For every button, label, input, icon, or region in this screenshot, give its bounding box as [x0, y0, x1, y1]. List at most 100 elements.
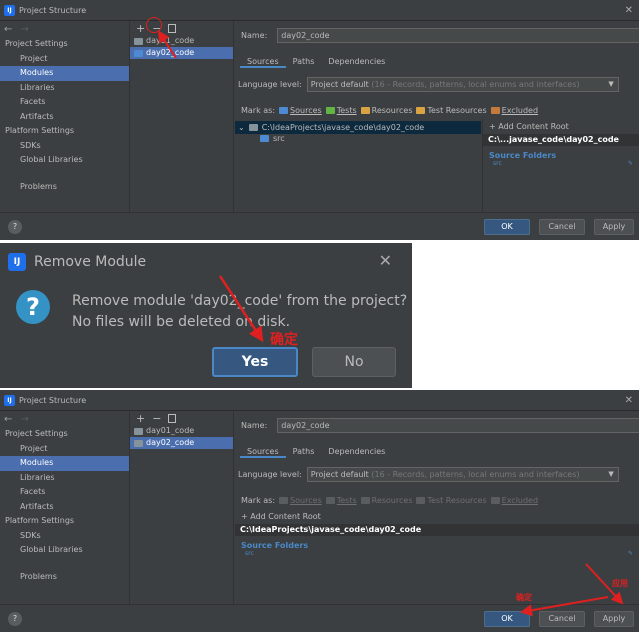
edit-icon: ✎	[627, 550, 633, 557]
copy-module-icon[interactable]	[168, 413, 177, 423]
dialog-close-icon[interactable]: ✕	[379, 251, 392, 270]
sidebar-item-facets[interactable]: Facets	[0, 95, 129, 110]
sidebar-group-platform-settings: Platform Settings	[5, 516, 75, 525]
intellij-logo-icon: IJ	[4, 394, 15, 406]
title-bar: IJ Project Structure ✕	[0, 390, 639, 411]
dialog-button-bar: ? OK Cancel Apply	[0, 604, 639, 632]
apply-annotation: 应用	[612, 579, 628, 588]
module-item-day02[interactable]: day02_code	[130, 47, 233, 59]
nav-arrows: ← →	[0, 21, 129, 37]
sidebar-item-global-libraries[interactable]: Global Libraries	[0, 543, 129, 558]
language-level-select[interactable]: Project default (16 - Records, patterns,…	[306, 467, 619, 482]
no-button[interactable]: No	[312, 347, 396, 377]
module-item-day02[interactable]: day02_code	[130, 437, 233, 449]
tab-sources[interactable]: Sources	[240, 55, 286, 68]
tab-paths[interactable]: Paths	[286, 445, 322, 458]
mark-test-resources-button[interactable]: Test Resources	[416, 106, 487, 115]
sources-folder-icon	[279, 497, 289, 504]
mark-resources-button[interactable]: Resources	[360, 106, 412, 115]
help-icon[interactable]: ?	[8, 612, 22, 626]
add-content-root-button[interactable]: + Add Content Root	[483, 119, 639, 134]
name-label: Name:	[241, 421, 268, 430]
dialog-button-bar: ? OK Cancel Apply	[0, 212, 639, 240]
sidebar-item-sdks[interactable]: SDKs	[0, 529, 129, 544]
tab-paths[interactable]: Paths	[286, 55, 322, 68]
mark-tests-button[interactable]: Tests	[325, 106, 357, 115]
module-details: Name: day02_code Sources Paths Dependenc…	[235, 411, 639, 604]
forward-arrow-icon[interactable]: →	[20, 24, 28, 35]
ok-button[interactable]: OK	[484, 219, 530, 235]
language-level-label: Language level:	[238, 470, 302, 479]
name-label: Name:	[241, 31, 268, 40]
name-row: Name: day02_code	[241, 418, 639, 433]
module-folder-icon	[134, 439, 143, 447]
name-input[interactable]: day02_code	[277, 418, 639, 433]
mark-sources-button[interactable]: Sources	[279, 496, 322, 505]
add-content-root-button[interactable]: + Add Content Root	[235, 509, 639, 524]
close-icon[interactable]: ✕	[625, 395, 633, 406]
dialog-message-line1: Remove module 'day02_code' from the proj…	[72, 293, 408, 309]
add-module-icon[interactable]: +	[136, 22, 145, 35]
sidebar-item-problems[interactable]: Problems	[0, 180, 129, 195]
apply-button[interactable]: Apply	[594, 219, 634, 235]
language-level-select[interactable]: Project default (16 - Records, patterns,…	[306, 77, 619, 92]
cancel-button[interactable]: Cancel	[539, 219, 585, 235]
name-input[interactable]: day02_code	[277, 28, 639, 43]
mark-as-label: Mark as:	[241, 106, 276, 115]
add-module-icon[interactable]: +	[136, 412, 145, 425]
module-toolbar: + −	[130, 411, 233, 425]
apply-button[interactable]: Apply	[594, 611, 634, 627]
intellij-logo-icon: IJ	[8, 253, 26, 271]
folder-icon	[248, 124, 258, 131]
settings-sidebar: ← → Project Settings Project Modules Lib…	[0, 411, 129, 604]
excluded-folder-icon	[490, 107, 500, 114]
mark-tests-button[interactable]: Tests	[325, 496, 357, 505]
sidebar-item-artifacts[interactable]: Artifacts	[0, 110, 129, 125]
sidebar-item-project[interactable]: Project	[0, 52, 129, 67]
sources-folder-icon	[279, 107, 289, 114]
sidebar-item-libraries[interactable]: Libraries	[0, 81, 129, 96]
back-arrow-icon[interactable]: ←	[4, 414, 12, 425]
sidebar-item-modules[interactable]: Modules	[0, 456, 129, 471]
confirm-annotation: 确定	[516, 593, 532, 602]
tab-dependencies[interactable]: Dependencies	[321, 445, 392, 458]
source-folder-item[interactable]: src ✎	[483, 160, 639, 167]
mark-as-row: Mark as: Sources Tests Resources Test Re…	[241, 106, 538, 115]
sidebar-item-modules[interactable]: Modules	[0, 66, 129, 81]
source-folders-heading: Source Folders	[241, 541, 309, 550]
ok-button[interactable]: OK	[484, 611, 530, 627]
module-item-day01[interactable]: day01_code	[130, 35, 233, 47]
expand-chevron-icon[interactable]: ⌄	[238, 123, 245, 132]
tab-sources[interactable]: Sources	[240, 445, 286, 458]
remove-module-icon[interactable]: −	[152, 412, 161, 425]
cancel-button[interactable]: Cancel	[539, 611, 585, 627]
content-root-pane: + Add Content Root C:\...javase_code\day…	[482, 119, 639, 212]
mark-excluded-button[interactable]: Excluded	[490, 106, 538, 115]
mark-resources-button[interactable]: Resources	[360, 496, 412, 505]
mark-excluded-button[interactable]: Excluded	[490, 496, 538, 505]
sidebar-item-problems[interactable]: Problems	[0, 570, 129, 585]
yes-button[interactable]: Yes	[212, 347, 298, 377]
close-icon[interactable]: ✕	[625, 5, 633, 16]
back-arrow-icon[interactable]: ←	[4, 24, 12, 35]
sidebar-item-facets[interactable]: Facets	[0, 485, 129, 500]
module-item-day01[interactable]: day01_code	[130, 425, 233, 437]
tab-dependencies[interactable]: Dependencies	[321, 55, 392, 68]
window-title: Project Structure	[19, 395, 87, 405]
sidebar-item-sdks[interactable]: SDKs	[0, 139, 129, 154]
help-icon[interactable]: ?	[8, 220, 22, 234]
sidebar-item-artifacts[interactable]: Artifacts	[0, 500, 129, 515]
module-folder-icon	[134, 49, 143, 57]
sidebar-item-global-libraries[interactable]: Global Libraries	[0, 153, 129, 168]
src-tree-node[interactable]: src	[260, 134, 285, 143]
mark-sources-button[interactable]: Sources	[279, 106, 322, 115]
sidebar-item-project[interactable]: Project	[0, 442, 129, 457]
source-folder-item[interactable]: src ✎	[235, 550, 639, 557]
mark-test-resources-button[interactable]: Test Resources	[416, 496, 487, 505]
forward-arrow-icon[interactable]: →	[20, 414, 28, 425]
edit-icon: ✎	[627, 160, 633, 167]
copy-module-icon[interactable]	[168, 23, 177, 33]
content-root-tree-node[interactable]: ⌄ C:\IdeaProjects\javase_code\day02_code	[235, 121, 481, 134]
dialog-title: Remove Module	[34, 254, 147, 270]
sidebar-item-libraries[interactable]: Libraries	[0, 471, 129, 486]
